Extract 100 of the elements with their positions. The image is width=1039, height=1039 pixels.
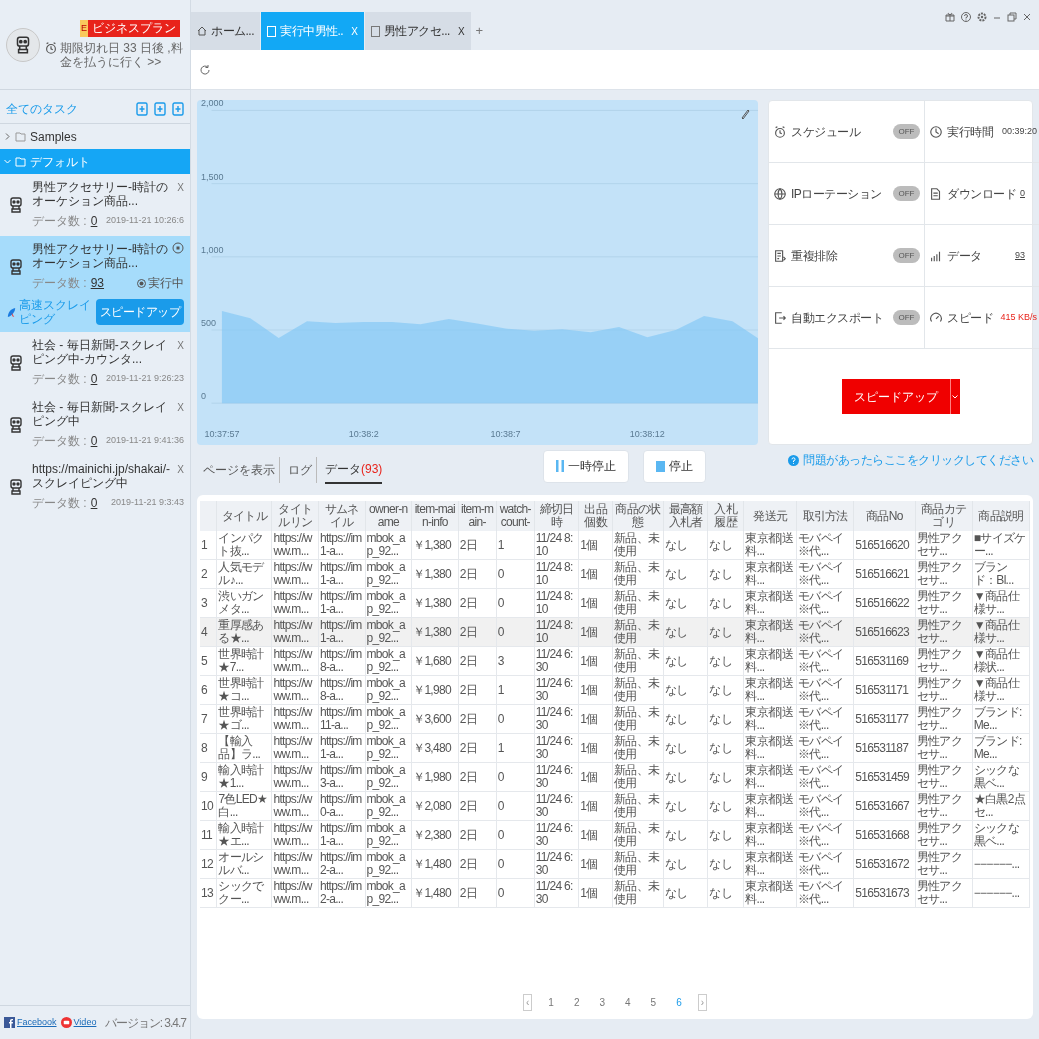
table-cell: 516531171	[853, 675, 916, 705]
add-task-icon[interactable]	[154, 101, 166, 116]
table-cell: 11/24 8:10	[534, 617, 579, 647]
close-icon[interactable]: X	[177, 180, 184, 195]
table-cell: 新品、未使用	[612, 646, 664, 676]
data-count-link[interactable]: 93	[90, 274, 105, 292]
task-item[interactable]: https://mainichi.jp/shakai/-スクレイピング中 X データ数 : 0 2019-11-21 9:3:43	[0, 456, 190, 518]
avatar[interactable]	[6, 27, 40, 62]
table-cell: 516531673	[853, 878, 916, 908]
table-cell: なし	[707, 617, 744, 647]
close-icon[interactable]: X	[457, 23, 465, 39]
table-cell: 7	[200, 704, 217, 734]
table-cell: 516531169	[853, 646, 916, 676]
toggle-switch[interactable]: OFF	[893, 310, 920, 325]
table-cell: 新品、未使用	[612, 733, 664, 763]
task-title: 男性アクセサリー-時計のオーケション商品...	[32, 242, 168, 270]
task-title: https://mainichi.jp/shakai/-スクレイピング中	[32, 462, 172, 490]
table-cell: なし	[663, 849, 708, 879]
table-cell: 516531668	[853, 820, 916, 850]
table-cell: mbok_ap_92...	[365, 646, 412, 676]
chevron-right-icon[interactable]	[4, 133, 11, 140]
stat-link[interactable]: 93	[1015, 248, 1025, 263]
data-count-link[interactable]: 0	[90, 432, 98, 450]
table-cell: モバペイ ※代...	[796, 588, 854, 618]
toggle-switch[interactable]: OFF	[893, 248, 920, 263]
page-icon	[267, 25, 276, 37]
toggle-switch[interactable]: OFF	[893, 186, 920, 201]
table-cell: 東京都|送料...	[743, 733, 797, 763]
task-item[interactable]: 社会 - 毎日新聞-スクレイピング中-カウンタ... X データ数 : 0 2019-11-21 9:26:23	[0, 332, 190, 394]
table-cell: 0	[496, 878, 535, 908]
table-cell: ￥2,380	[411, 820, 459, 850]
table-cell: ￥1,980	[411, 675, 459, 705]
restore-icon[interactable]	[1007, 12, 1017, 22]
table-cell: 世界時計★ゴ...	[216, 704, 272, 734]
table-cell: 2日	[458, 617, 497, 647]
speed-up-button[interactable]: スピードアップ	[841, 379, 950, 414]
table-cell: なし	[707, 849, 744, 879]
stat-link[interactable]: 0	[1020, 186, 1025, 201]
table-cell: https://www.m...	[271, 675, 319, 705]
y-axis-label: 1,500	[201, 170, 224, 184]
version-label: バージョン: 3.4.7	[104, 1014, 186, 1032]
settings-icon[interactable]	[977, 12, 987, 22]
table-cell: モバペイ ※代...	[796, 675, 854, 705]
footer-link[interactable]: Facebook	[17, 1015, 57, 1030]
table-cell: 新品、未使用	[612, 762, 664, 792]
close-icon[interactable]: X	[177, 338, 184, 353]
view-tab[interactable]: ログ	[288, 457, 317, 483]
data-count-label: データ数 :	[32, 433, 87, 450]
edit-icon[interactable]	[740, 108, 750, 120]
view-tab[interactable]: データ(93)	[325, 456, 383, 484]
table-cell: mbok_ap_92...	[365, 762, 412, 792]
data-count-link[interactable]: 0	[90, 212, 98, 230]
pause-button[interactable]: 一時停止	[543, 449, 629, 483]
stop-button[interactable]: 停止	[643, 449, 706, 483]
table-cell: 1	[496, 733, 535, 763]
x-axis-label: 10:38:2	[348, 427, 379, 441]
browser-tab[interactable]: ホーム...	[191, 12, 260, 50]
page-number[interactable]: 2	[569, 994, 584, 1010]
table-cell: なし	[707, 762, 744, 792]
table-cell: ▼商品仕様状...	[972, 646, 1030, 676]
task-item[interactable]: 社会 - 毎日新聞-スクレイピング中 X データ数 : 0 2019-11-21 9:41:36	[0, 394, 190, 456]
footer-link[interactable]: Video	[73, 1015, 97, 1030]
plan-badge[interactable]: ビジネスプラン	[88, 20, 180, 37]
expiry-notice[interactable]: 期限切れ日 33 日後 ,料金を払うに行く >>	[60, 41, 184, 69]
table-cell: なし	[707, 791, 744, 821]
page-number[interactable]: 4	[621, 994, 635, 1010]
data-count-link[interactable]: 0	[90, 494, 98, 512]
close-icon[interactable]: X	[177, 400, 184, 415]
table-cell: 516531672	[853, 849, 916, 879]
table-cell: ブランド:Me...	[972, 704, 1030, 734]
page-number[interactable]: 3	[595, 994, 609, 1010]
tab-label: 男性アクセ...	[383, 23, 450, 40]
browser-tab[interactable]: 男性アクセ... X	[364, 12, 471, 50]
running-status: 実行中	[148, 275, 184, 292]
help-icon[interactable]	[961, 12, 971, 22]
view-tab[interactable]: ページを表示	[203, 457, 280, 483]
table-cell: シックな黒ベ...	[972, 820, 1030, 850]
table-cell: https://im11-a...	[318, 704, 366, 734]
toggle-switch[interactable]: OFF	[893, 124, 920, 139]
table-cell: 男性アクセサ...	[915, 820, 973, 850]
close-icon[interactable]	[1023, 12, 1031, 22]
page-number[interactable]: 5	[646, 994, 661, 1010]
table-cell: 男性アクセサ...	[915, 646, 973, 676]
table-cell: 新品、未使用	[612, 617, 664, 647]
gift-icon[interactable]	[945, 12, 955, 22]
refresh-icon[interactable]	[199, 63, 211, 76]
table-cell: mbok_ap_92...	[365, 733, 412, 763]
table-cell: 2日	[458, 849, 497, 879]
dropdown-button[interactable]	[949, 379, 960, 414]
chevron-down-icon[interactable]	[4, 158, 11, 165]
table-cell: ▼商品仕様サ...	[972, 617, 1030, 647]
table-cell: ブランド:Me...	[972, 733, 1030, 763]
stop-icon[interactable]	[172, 242, 184, 254]
close-icon[interactable]: X	[177, 462, 184, 477]
data-count-link[interactable]: 0	[90, 370, 98, 388]
new-tab-button[interactable]: +	[475, 21, 484, 41]
page-number[interactable]: 1	[544, 994, 558, 1010]
table-cell: https://im3-a...	[318, 762, 366, 792]
folder-item[interactable]: Samples	[0, 124, 190, 149]
task-item[interactable]: 男性アクセサリー-時計のオーケション商品... X データ数 : 0 2019-11-21 10:26:6	[0, 174, 190, 236]
